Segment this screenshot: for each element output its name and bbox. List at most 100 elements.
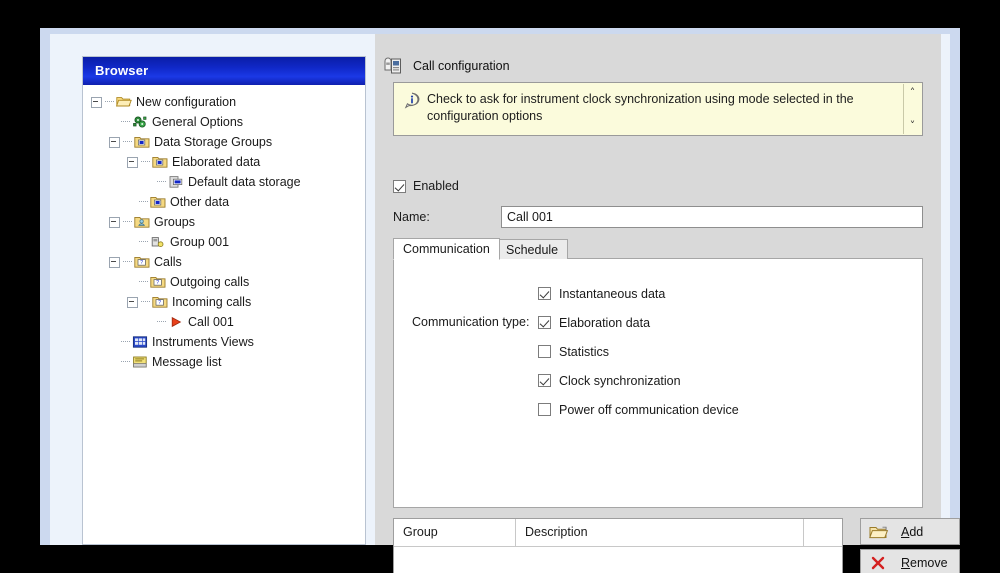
remove-rest: emove <box>910 556 948 570</box>
svg-text:?: ? <box>158 300 161 306</box>
comm-option-checkbox[interactable] <box>538 374 551 387</box>
tree-expander-collapse-icon[interactable] <box>109 217 120 228</box>
comm-option-checkbox[interactable] <box>538 316 551 329</box>
name-input[interactable]: Call 001 <box>501 206 923 228</box>
tree-connector-line <box>139 241 148 243</box>
tree-connector-line <box>157 181 166 183</box>
column-header-extra[interactable] <box>804 519 842 546</box>
tree-connector-line <box>157 321 166 323</box>
svg-text:?: ? <box>140 260 143 266</box>
tree-connector-line <box>141 301 150 303</box>
screenshot-root: Browser New configurationGeneral Options… <box>0 0 1000 573</box>
tree-item-other-data[interactable]: Other data <box>83 192 365 212</box>
comm-option-clock-synchronization[interactable]: Clock synchronization <box>538 366 739 395</box>
tree-item-instruments-views[interactable]: Instruments Views <box>83 332 365 352</box>
browser-panel: Browser New configurationGeneral Options… <box>82 56 366 545</box>
info-scrollbar[interactable]: ˄ ˅ <box>903 84 921 134</box>
gear-green-icon <box>132 115 148 129</box>
tree-item-label: Message list <box>152 352 221 372</box>
remove-button[interactable]: Remove <box>860 549 960 573</box>
column-header-description[interactable]: Description <box>516 519 804 546</box>
configuration-tree[interactable]: New configurationGeneral OptionsData Sto… <box>83 85 365 544</box>
comm-option-checkbox[interactable] <box>538 287 551 300</box>
tree-item-label: Elaborated data <box>172 152 260 172</box>
tree-item-general-options[interactable]: General Options <box>83 112 365 132</box>
tree-item-label: Call 001 <box>188 312 234 332</box>
column-header-group[interactable]: Group <box>394 519 516 546</box>
enabled-checkbox[interactable] <box>393 180 406 193</box>
tree-item-incoming-calls[interactable]: ?Incoming calls <box>83 292 365 312</box>
folder-blue-square-icon <box>150 195 166 209</box>
comm-option-elaboration-data[interactable]: Elaboration data <box>538 308 739 337</box>
folder-open-icon <box>869 524 889 540</box>
tree-connector-line <box>141 161 150 163</box>
comm-option-statistics[interactable]: Statistics <box>538 337 739 366</box>
tree-expander-placeholder <box>109 358 118 367</box>
panel-title: Call configuration <box>413 59 510 73</box>
communication-tab-panel: Communication type: Instantaneous dataEl… <box>393 258 923 508</box>
comm-option-label: Clock synchronization <box>559 374 681 388</box>
tree-expander-placeholder <box>127 278 136 287</box>
comm-option-power-off-communication-device[interactable]: Power off communication device <box>538 395 739 424</box>
device-config-icon <box>383 57 403 75</box>
comm-option-label: Power off communication device <box>559 403 739 417</box>
tree-item-label: Data Storage Groups <box>154 132 272 152</box>
tree-item-new-configuration[interactable]: New configuration <box>83 92 365 112</box>
tree-item-label: General Options <box>152 112 243 132</box>
folder-call-icon: ? <box>134 255 150 269</box>
add-rest: dd <box>909 525 923 539</box>
groups-grid[interactable]: Group Description <box>393 518 843 573</box>
tree-connector-line <box>139 281 148 283</box>
database-icon <box>168 175 184 189</box>
tree-item-group-001[interactable]: Group 001 <box>83 232 365 252</box>
tree-expander-collapse-icon[interactable] <box>91 97 102 108</box>
tabstrip: Communication Schedule <box>393 238 923 259</box>
add-button[interactable]: Add <box>860 518 960 545</box>
tab-communication[interactable]: Communication <box>393 238 500 260</box>
folder-open-icon <box>116 95 132 109</box>
tree-item-calls[interactable]: ?Calls <box>83 252 365 272</box>
tree-item-elaborated-data[interactable]: Elaborated data <box>83 152 365 172</box>
tree-item-label: Groups <box>154 212 195 232</box>
tree-connector-line <box>123 221 132 223</box>
tree-item-label: Instruments Views <box>152 332 254 352</box>
tree-connector-line <box>105 101 114 103</box>
folder-blue-square-icon <box>152 155 168 169</box>
scroll-down-arrow-icon[interactable]: ˅ <box>907 120 918 131</box>
tree-expander-collapse-icon[interactable] <box>109 257 120 268</box>
tree-item-call-001[interactable]: Call 001 <box>83 312 365 332</box>
browser-panel-title: Browser <box>83 57 365 85</box>
enabled-label: Enabled <box>413 179 459 193</box>
tree-item-message-list[interactable]: Message list <box>83 352 365 372</box>
tree-expander-collapse-icon[interactable] <box>127 157 138 168</box>
tree-expander-placeholder <box>145 318 154 327</box>
tree-expander-placeholder <box>145 178 154 187</box>
communication-type-label: Communication type: <box>412 315 529 329</box>
tree-expander-placeholder <box>127 198 136 207</box>
enabled-checkbox-row[interactable]: Enabled <box>393 179 459 193</box>
group-item-icon <box>150 235 166 249</box>
tree-item-default-data-storage[interactable]: Default data storage <box>83 172 365 192</box>
call-configuration-dialog: Call configuration Check to ask for inst… <box>375 34 941 545</box>
message-list-icon <box>132 355 148 369</box>
tree-connector-line <box>123 261 132 263</box>
tree-item-label: Default data storage <box>188 172 301 192</box>
tree-item-outgoing-calls[interactable]: ?Outgoing calls <box>83 272 365 292</box>
grid-views-icon <box>132 335 148 349</box>
remove-button-label: Remove <box>901 556 948 570</box>
comm-option-instantaneous-data[interactable]: Instantaneous data <box>538 279 739 308</box>
red-x-icon <box>869 555 889 571</box>
scroll-up-arrow-icon[interactable]: ˄ <box>907 87 918 98</box>
comm-option-checkbox[interactable] <box>538 345 551 358</box>
info-hint-box: Check to ask for instrument clock synchr… <box>393 82 923 136</box>
tree-item-groups[interactable]: Groups <box>83 212 365 232</box>
tree-expander-collapse-icon[interactable] <box>109 137 120 148</box>
play-triangle-icon <box>168 315 184 329</box>
comm-option-label: Statistics <box>559 345 609 359</box>
name-label: Name: <box>393 210 501 224</box>
tab-schedule[interactable]: Schedule <box>496 239 568 259</box>
tree-expander-collapse-icon[interactable] <box>127 297 138 308</box>
comm-option-checkbox[interactable] <box>538 403 551 416</box>
tree-item-data-storage-groups[interactable]: Data Storage Groups <box>83 132 365 152</box>
tree-expander-placeholder <box>109 338 118 347</box>
